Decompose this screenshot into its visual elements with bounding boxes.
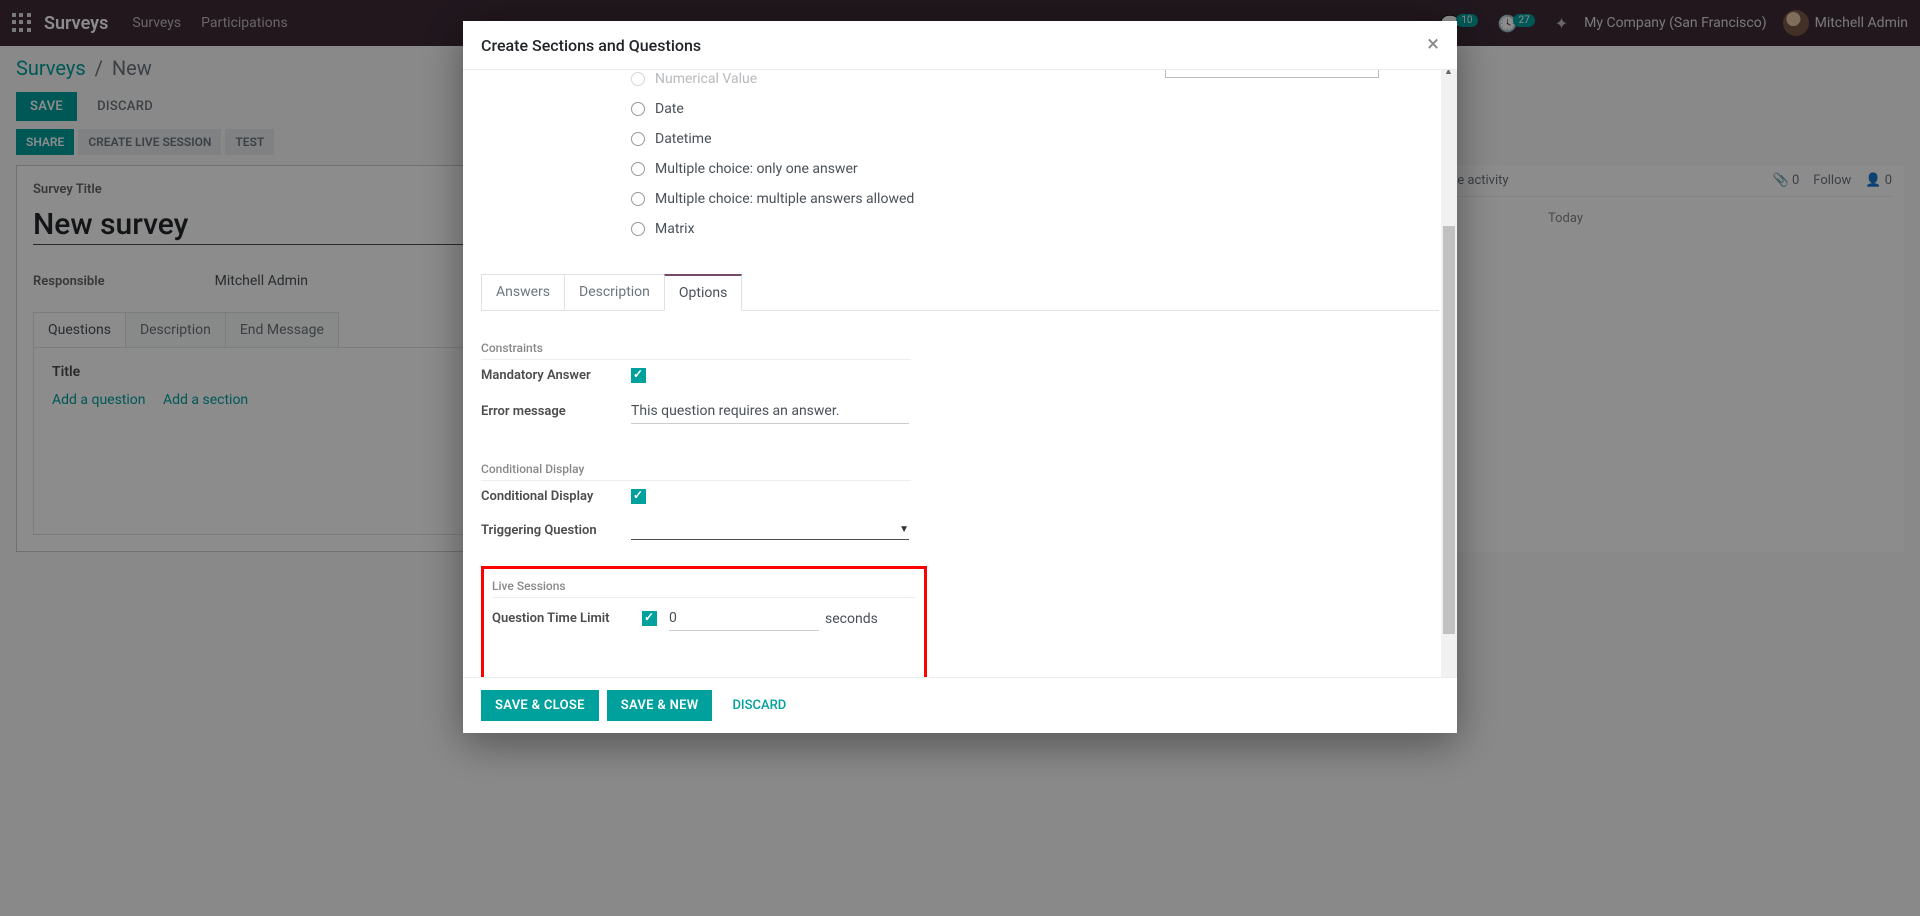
- question-time-limit-checkbox[interactable]: [642, 611, 657, 626]
- qtype-datetime-radio[interactable]: [631, 132, 645, 146]
- qtype-numerical-radio[interactable]: [631, 72, 645, 86]
- chevron-down-icon: ▼: [899, 524, 909, 535]
- conditional-display-checkbox[interactable]: [631, 489, 646, 504]
- tab-answers[interactable]: Answers: [481, 274, 565, 311]
- scrollbar[interactable]: ▲ ▼: [1441, 70, 1457, 677]
- triggering-question-label: Triggering Question: [481, 523, 631, 538]
- scroll-down-icon[interactable]: ▼: [1444, 675, 1453, 677]
- modal-discard-button[interactable]: DISCARD: [720, 690, 798, 721]
- qtype-mc-one-radio[interactable]: [631, 162, 645, 176]
- conditional-display-label: Conditional Display: [481, 489, 631, 504]
- question-time-limit-unit: seconds: [825, 611, 878, 627]
- constraints-heading: Constraints: [481, 311, 911, 360]
- modal-footer: SAVE & CLOSE SAVE & NEW DISCARD: [463, 677, 1457, 733]
- error-message-input[interactable]: [631, 399, 909, 424]
- question-type-options: Numerical Value Date Datetime Multiple c…: [631, 70, 1439, 244]
- conditional-heading: Conditional Display: [481, 432, 911, 481]
- qtype-mc-one-label: Multiple choice: only one answer: [655, 161, 858, 177]
- error-message-label: Error message: [481, 404, 631, 419]
- question-time-limit-label: Question Time Limit: [492, 611, 642, 626]
- scrollbar-thumb[interactable]: [1443, 226, 1455, 634]
- mandatory-answer-label: Mandatory Answer: [481, 368, 631, 383]
- modal-title: Create Sections and Questions: [481, 36, 701, 55]
- save-and-close-button[interactable]: SAVE & CLOSE: [481, 690, 599, 721]
- modal-header: Create Sections and Questions ×: [463, 21, 1457, 70]
- modal-tabs: Answers Description Options: [481, 274, 1439, 311]
- qtype-mc-multi-radio[interactable]: [631, 192, 645, 206]
- qtype-datetime-label: Datetime: [655, 131, 712, 147]
- question-time-limit-input[interactable]: [669, 606, 819, 631]
- qtype-matrix-radio[interactable]: [631, 222, 645, 236]
- scroll-up-icon[interactable]: ▲: [1444, 70, 1453, 77]
- tab-description-modal[interactable]: Description: [564, 274, 665, 311]
- triggering-question-select[interactable]: ▼: [631, 520, 909, 540]
- tab-options[interactable]: Options: [664, 274, 742, 311]
- qtype-numerical-label: Numerical Value: [655, 71, 757, 87]
- modal-body[interactable]: Numerical Value Date Datetime Multiple c…: [463, 70, 1457, 677]
- live-sessions-highlight: Live Sessions Question Time Limit second…: [481, 566, 927, 677]
- qtype-date-radio[interactable]: [631, 102, 645, 116]
- qtype-mc-multi-label: Multiple choice: multiple answers allowe…: [655, 191, 914, 207]
- qtype-matrix-label: Matrix: [655, 221, 695, 237]
- close-icon[interactable]: ×: [1427, 34, 1439, 56]
- save-and-new-button[interactable]: SAVE & NEW: [607, 690, 713, 721]
- qtype-date-label: Date: [655, 101, 684, 117]
- mandatory-answer-checkbox[interactable]: [631, 368, 646, 383]
- modal-overlay: Create Sections and Questions × Numerica…: [0, 0, 1920, 916]
- modal: Create Sections and Questions × Numerica…: [463, 21, 1457, 733]
- live-sessions-heading: Live Sessions: [492, 575, 916, 598]
